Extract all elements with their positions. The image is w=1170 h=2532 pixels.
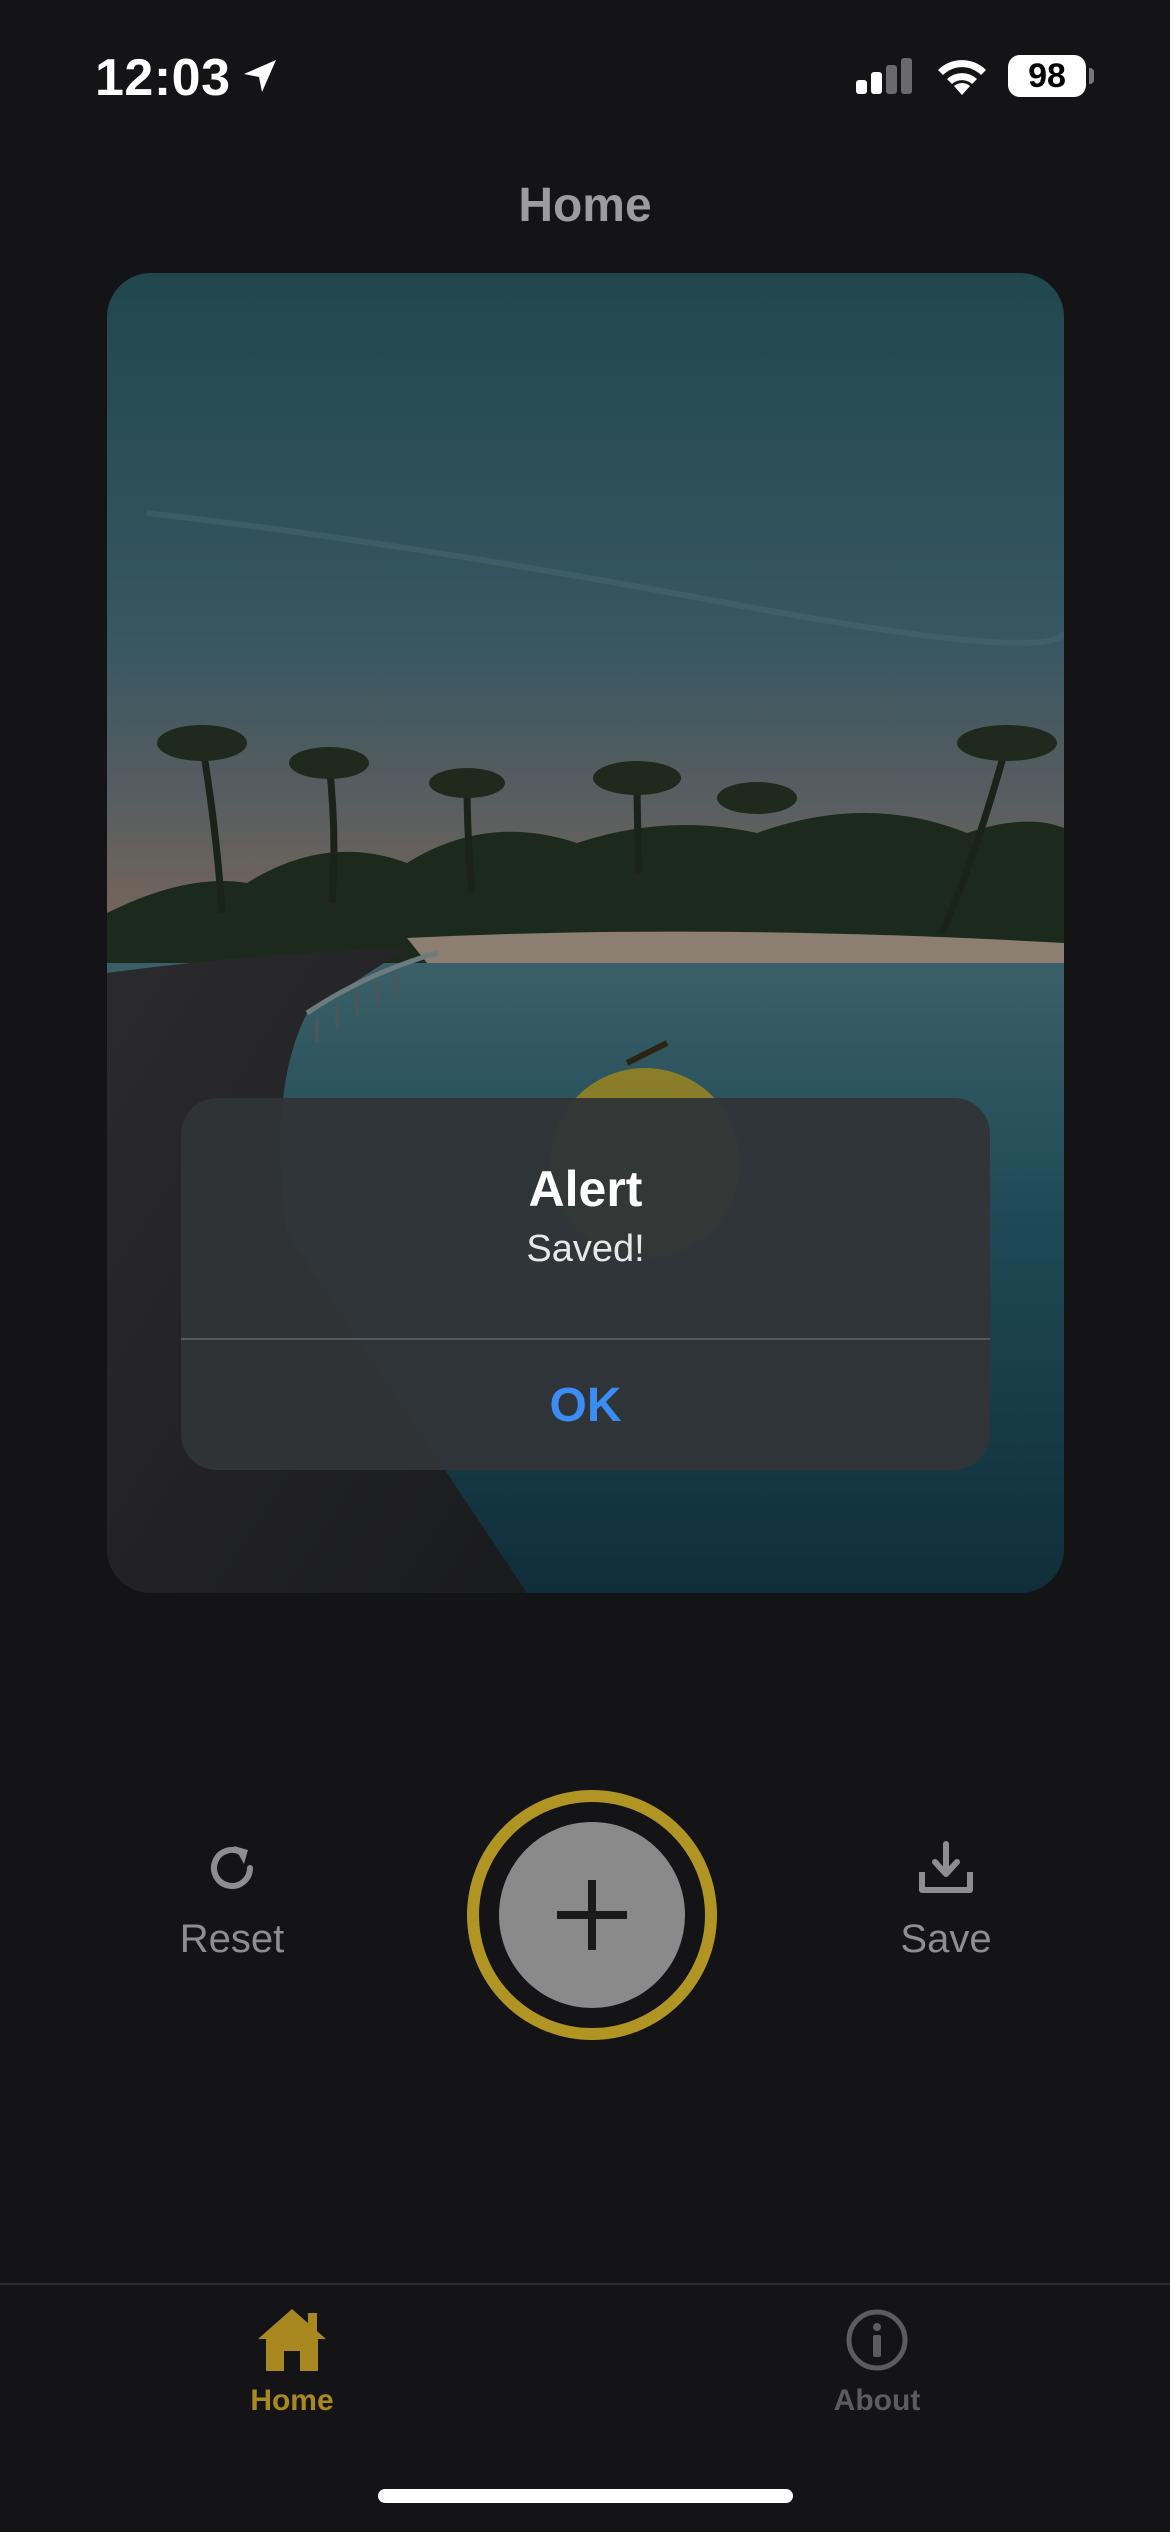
plus-icon — [557, 1880, 627, 1950]
add-button[interactable] — [499, 1822, 685, 2008]
add-button-ring — [467, 1790, 717, 2040]
tab-about-label: About — [833, 2384, 921, 2417]
info-icon — [846, 2309, 908, 2371]
reset-label: Reset — [179, 1917, 285, 1961]
save-label: Save — [900, 1917, 992, 1961]
alert-message: Saved! — [526, 1228, 645, 1270]
tab-home-label: Home — [250, 2384, 334, 2417]
battery-icon: 98 — [1008, 55, 1086, 97]
tab-about[interactable]: About — [767, 2305, 987, 2418]
refresh-icon — [211, 1846, 253, 1889]
tab-home[interactable]: Home — [182, 2305, 402, 2418]
save-button[interactable]: Save — [866, 1838, 1026, 1962]
reset-button[interactable]: Reset — [152, 1838, 312, 1962]
house-icon — [258, 2309, 326, 2371]
status-bar: 12:03 98 — [0, 0, 1170, 150]
alert-title: Alert — [528, 1161, 643, 1217]
download-icon — [919, 1841, 973, 1893]
status-time: 12:03 — [95, 49, 231, 107]
page-title: Home — [518, 179, 652, 232]
location-arrow-icon — [244, 60, 276, 92]
screen: 12:03 98 Home Alert Saved! OK Reset Save… — [0, 0, 1170, 2532]
cellular-signal-icon — [856, 58, 912, 94]
alert-ok-button[interactable]: OK — [181, 1340, 990, 1470]
battery-nub — [1089, 68, 1094, 84]
wifi-icon — [938, 60, 986, 95]
home-indicator — [378, 2489, 793, 2503]
alert-dialog: Alert Saved! OK — [181, 1098, 990, 1470]
